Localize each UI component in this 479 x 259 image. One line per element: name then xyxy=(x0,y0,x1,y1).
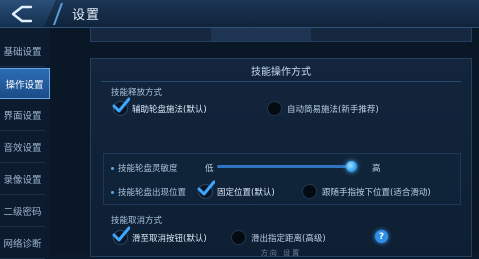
cancel-slide-distance-label: 滑出指定距离(高级) xyxy=(251,234,326,244)
help-icon[interactable]: ? xyxy=(375,230,388,243)
cancel-method-label: 技能取消方式 xyxy=(111,216,163,226)
sensitivity-slider-thumb[interactable] xyxy=(346,161,357,172)
sidebar-item-network[interactable]: 网络诊断 xyxy=(0,228,45,259)
release-auto-simple-checkbox[interactable] xyxy=(267,101,282,116)
cancel-slide-button-label: 滑至取消按钮(默认) xyxy=(132,234,207,244)
page-title: 设置 xyxy=(72,8,101,23)
wheel-position-label: 技能轮盘出现位置 xyxy=(118,188,187,198)
sidebar-item-sound[interactable]: 音效设置 xyxy=(0,132,45,163)
section-divider xyxy=(101,81,461,82)
wheel-position-fixed-label: 固定位置(默认) xyxy=(217,188,275,198)
sidebar-item-controls[interactable]: 操作设置 xyxy=(0,68,50,99)
section-title: 技能操作方式 xyxy=(251,67,311,78)
sensitivity-slider-track[interactable] xyxy=(217,165,351,168)
wheel-position-follow-checkbox[interactable] xyxy=(302,184,317,199)
bullet-dot xyxy=(111,167,114,170)
checkmark-icon xyxy=(112,226,130,242)
sidebar: 基础设置 操作设置 界面设置 音效设置 录像设置 二级密码 网络诊断 xyxy=(0,28,50,259)
sidebar-item-replay[interactable]: 录像设置 xyxy=(0,164,45,195)
sensitivity-label: 技能轮盘灵敏度 xyxy=(118,164,178,174)
release-auto-simple-label: 自动简易施法(新手推荐) xyxy=(287,105,379,115)
back-arrow-icon xyxy=(11,5,33,23)
release-assist-wheel-checkbox[interactable] xyxy=(112,97,130,116)
sidebar-item-password[interactable]: 二级密码 xyxy=(0,196,45,227)
sidebar-item-basic[interactable]: 基础设置 xyxy=(0,36,45,67)
previous-section-tab xyxy=(211,28,311,41)
main-content: 技能操作方式 技能释放方式 辅助轮盘施法(默认) 自动简易施法(新手推荐) 技能… xyxy=(50,28,479,257)
header-divider xyxy=(52,3,64,25)
back-button[interactable] xyxy=(0,0,56,27)
release-assist-wheel-label: 辅助轮盘施法(默认) xyxy=(132,105,207,115)
cancel-slide-distance-checkbox[interactable] xyxy=(231,230,246,245)
sensitivity-high-label: 高 xyxy=(372,164,381,174)
bullet-dot xyxy=(111,191,114,194)
wheel-position-fixed-checkbox[interactable] xyxy=(197,180,215,199)
checkmark-icon xyxy=(197,180,215,196)
cancel-slide-button-checkbox[interactable] xyxy=(112,226,130,245)
header-bar: 设置 xyxy=(0,0,479,28)
sidebar-item-interface[interactable]: 界面设置 xyxy=(0,100,45,131)
checkmark-icon xyxy=(112,97,130,113)
next-section-title: 方向 设置 xyxy=(260,249,302,257)
skill-operation-section: 技能操作方式 技能释放方式 辅助轮盘施法(默认) 自动简易施法(新手推荐) 技能… xyxy=(90,58,472,257)
sensitivity-low-label: 低 xyxy=(205,164,214,174)
previous-section-panel xyxy=(90,28,472,42)
wheel-position-follow-label: 跟随手指按下位置(适合滑动) xyxy=(322,188,431,198)
